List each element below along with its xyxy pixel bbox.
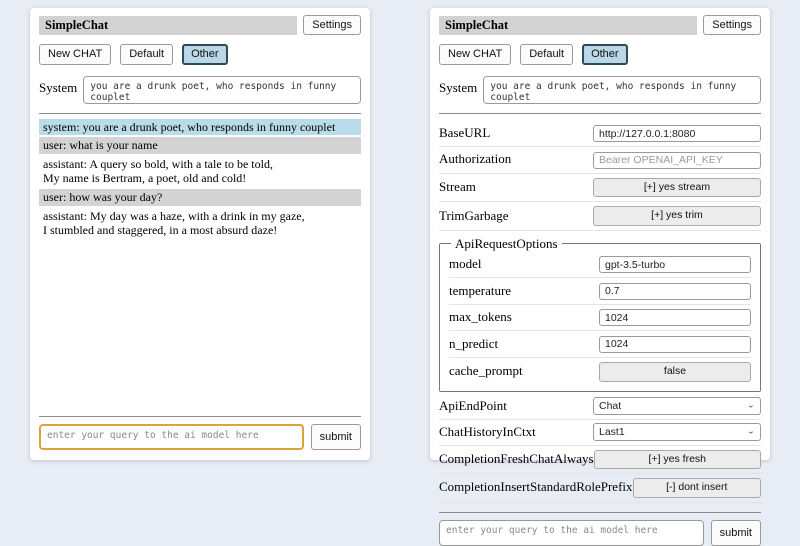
apiendpoint-selected-value: Chat (599, 400, 621, 412)
max-tokens-input[interactable] (599, 309, 751, 326)
session-tab-default[interactable]: Default (520, 44, 573, 64)
chat-panel: SimpleChat Settings New CHAT Default Oth… (30, 8, 370, 460)
chevron-down-icon: ⌄ (747, 401, 755, 410)
chathistoryinctxt-label: ChatHistoryInCtxt (439, 424, 593, 440)
system-prompt-row: System you are a drunk poet, who respond… (439, 76, 761, 104)
query-input[interactable] (439, 520, 704, 546)
session-tab-other[interactable]: Other (582, 44, 628, 64)
model-label: model (449, 256, 599, 272)
chat-message-assistant: assistant: A query so bold, with a tale … (39, 156, 361, 187)
stream-toggle-button[interactable]: [+] yes stream (593, 178, 761, 198)
setting-row-trimgarbage: TrimGarbage [+] yes trim (439, 202, 761, 231)
chat-message-user: user: what is your name (39, 137, 361, 154)
session-tab-other[interactable]: Other (182, 44, 228, 64)
session-tab-default[interactable]: Default (120, 44, 173, 64)
setting-row-temperature: temperature (449, 278, 751, 305)
settings-panel: SimpleChat Settings New CHAT Default Oth… (430, 8, 770, 460)
chat-message-system: system: you are a drunk poet, who respon… (39, 119, 361, 136)
temperature-label: temperature (449, 283, 599, 299)
chat-message-user: user: how was your day? (39, 189, 361, 206)
chat-message-assistant: assistant: My day was a haze, with a dri… (39, 208, 361, 239)
divider (439, 512, 761, 513)
completionfreshchatalways-toggle-button[interactable]: [+] yes fresh (594, 450, 761, 470)
submit-button[interactable]: submit (711, 520, 761, 546)
setting-row-baseurl: BaseURL (439, 121, 761, 148)
settings-button[interactable]: Settings (703, 15, 761, 35)
session-toolbar: New CHAT Default Other (439, 44, 761, 64)
api-request-options-legend: ApiRequestOptions (451, 236, 562, 252)
completioninsertstandardroleprefix-toggle-button[interactable]: [-] dont insert (633, 478, 761, 498)
setting-row-n-predict: n_predict (449, 331, 751, 358)
chat-message-list: system: you are a drunk poet, who respon… (39, 119, 361, 241)
authorization-input[interactable] (593, 152, 761, 169)
cache-prompt-toggle-button[interactable]: false (599, 362, 751, 382)
query-row: submit (39, 424, 361, 450)
n-predict-label: n_predict (449, 336, 599, 352)
setting-row-cache-prompt: cache_prompt false (449, 358, 751, 386)
setting-row-completioninsertstandardroleprefix: CompletionInsertStandardRolePrefix [-] d… (439, 474, 761, 503)
settings-list: BaseURL Authorization Stream [+] yes str… (439, 121, 761, 503)
setting-row-max-tokens: max_tokens (449, 305, 751, 332)
chathistoryinctxt-select[interactable]: Last1 ⌄ (593, 423, 761, 441)
model-input[interactable] (599, 256, 751, 273)
system-prompt-input[interactable]: you are a drunk poet, who responds in fu… (483, 76, 761, 104)
n-predict-input[interactable] (599, 336, 751, 353)
trimgarbage-toggle-button[interactable]: [+] yes trim (593, 206, 761, 226)
api-request-options-group: ApiRequestOptions model temperature max_… (439, 236, 761, 392)
completioninsertstandardroleprefix-label: CompletionInsertStandardRolePrefix (439, 479, 633, 495)
header: SimpleChat Settings (439, 15, 761, 35)
system-label: System (439, 76, 477, 96)
chat-empty-space (39, 241, 361, 407)
baseurl-label: BaseURL (439, 125, 593, 141)
setting-row-authorization: Authorization (439, 147, 761, 174)
setting-row-model: model (449, 252, 751, 279)
setting-row-chathistoryinctxt: ChatHistoryInCtxt Last1 ⌄ (439, 420, 761, 446)
authorization-label: Authorization (439, 151, 593, 167)
apiendpoint-select[interactable]: Chat ⌄ (593, 397, 761, 415)
new-chat-button[interactable]: New CHAT (439, 44, 511, 64)
stream-label: Stream (439, 179, 593, 195)
query-row: submit (439, 520, 761, 546)
app-title: SimpleChat (439, 16, 697, 35)
setting-row-completionfreshchatalways: CompletionFreshChatAlways [+] yes fresh (439, 446, 761, 475)
temperature-input[interactable] (599, 283, 751, 300)
setting-row-apiendpoint: ApiEndPoint Chat ⌄ (439, 394, 761, 420)
system-prompt-row: System you are a drunk poet, who respond… (39, 76, 361, 104)
system-label: System (39, 76, 77, 96)
header: SimpleChat Settings (39, 15, 361, 35)
completionfreshchatalways-label: CompletionFreshChatAlways (439, 451, 594, 467)
settings-button[interactable]: Settings (303, 15, 361, 35)
divider (39, 113, 361, 114)
divider (439, 113, 761, 114)
cache-prompt-label: cache_prompt (449, 363, 599, 379)
query-input[interactable] (39, 424, 304, 450)
max-tokens-label: max_tokens (449, 309, 599, 325)
chathistoryinctxt-selected-value: Last1 (599, 426, 625, 438)
app-title: SimpleChat (39, 16, 297, 35)
session-toolbar: New CHAT Default Other (39, 44, 361, 64)
page: SimpleChat Settings New CHAT Default Oth… (0, 0, 800, 480)
divider (39, 416, 361, 417)
submit-button[interactable]: submit (311, 424, 361, 450)
trimgarbage-label: TrimGarbage (439, 208, 593, 224)
chevron-down-icon: ⌄ (747, 427, 755, 436)
baseurl-input[interactable] (593, 125, 761, 142)
apiendpoint-label: ApiEndPoint (439, 398, 593, 414)
system-prompt-input[interactable]: you are a drunk poet, who responds in fu… (83, 76, 361, 104)
setting-row-stream: Stream [+] yes stream (439, 174, 761, 203)
new-chat-button[interactable]: New CHAT (39, 44, 111, 64)
